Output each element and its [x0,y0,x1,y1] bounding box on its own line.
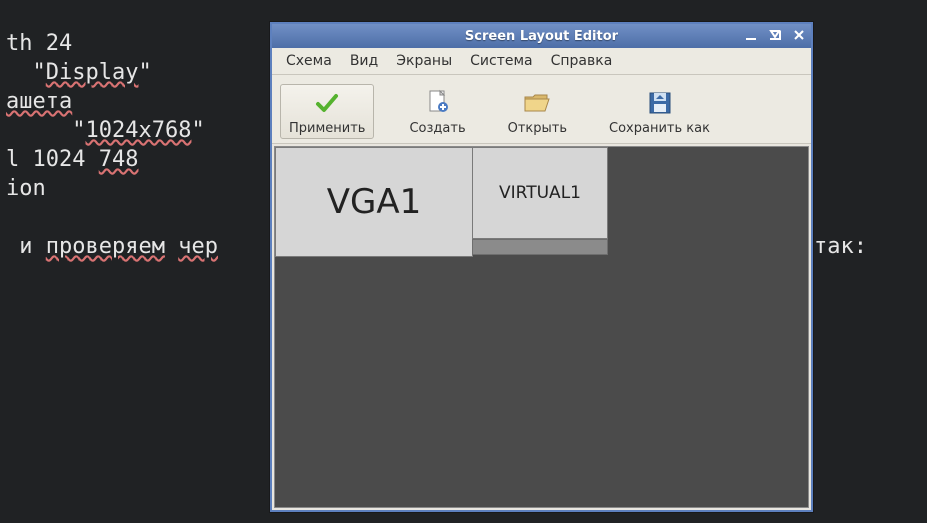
menu-system[interactable]: Система [462,51,540,71]
window-title: Screen Layout Editor [465,29,618,44]
window-titlebar[interactable]: Screen Layout Editor [272,24,811,48]
menu-help[interactable]: Справка [543,51,621,71]
terminal-line: th 24 [6,31,72,56]
open-label: Открыть [508,121,567,136]
menu-screens[interactable]: Экраны [388,51,460,71]
screen-vga1-label: VGA1 [327,182,422,222]
open-button[interactable]: Открыть [501,84,574,139]
menu-view[interactable]: Вид [342,51,386,71]
checkmark-icon [314,87,340,119]
close-button[interactable] [791,27,807,43]
screen-vga1[interactable]: VGA1 [275,147,473,257]
screen-layout-editor-window[interactable]: Screen Layout Editor Схема Вид Экраны Си… [270,22,813,512]
screen-virtual1[interactable]: VIRTUAL1 [472,147,608,239]
screen-virtual1-label: VIRTUAL1 [499,183,581,203]
maximize-button[interactable] [767,27,783,43]
apply-label: Применить [289,121,365,136]
terminal-line: l 1024 748 [6,147,138,172]
save-as-button[interactable]: Сохранить как [602,84,717,139]
new-file-icon [426,87,450,119]
terminal-line: "1024x768" [6,118,205,143]
layout-canvas[interactable]: VGA1 VIRTUAL1 [274,146,809,508]
save-as-label: Сохранить как [609,121,710,136]
save-as-icon [647,87,673,119]
create-label: Создать [409,121,465,136]
terminal-line: ion [6,176,46,201]
menu-scheme[interactable]: Схема [278,51,340,71]
create-button[interactable]: Создать [402,84,472,139]
apply-button[interactable]: Применить [280,84,374,139]
folder-open-icon [523,87,551,119]
minimize-button[interactable] [743,27,759,43]
menubar: Схема Вид Экраны Система Справка [272,48,811,75]
screen-virtual1-disabled-area [472,239,608,255]
toolbar: Применить Создать Открыть Сохранить как [272,75,811,144]
terminal-line: "Display" [6,60,152,85]
terminal-line: ашета [6,89,72,114]
